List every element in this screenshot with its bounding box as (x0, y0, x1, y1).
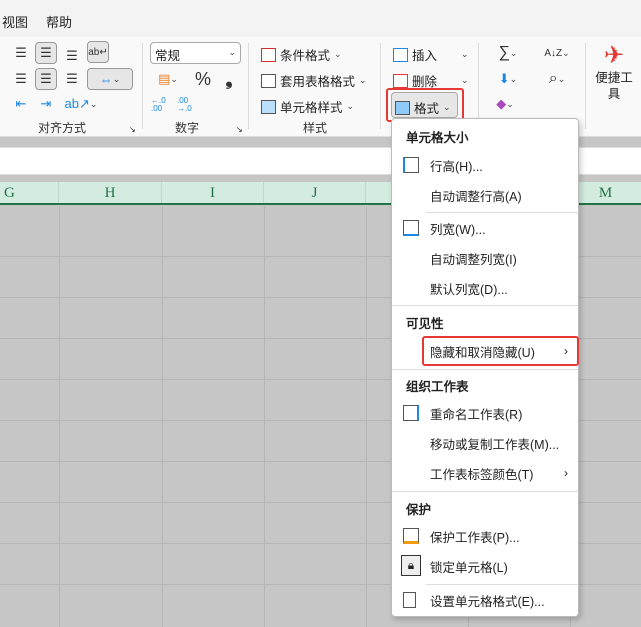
quick-tools-button[interactable]: ✈ 便捷工具 (594, 41, 634, 102)
section-protection: 保护 (406, 503, 432, 517)
increase-decimal-icon[interactable]: ←.0 .00 (151, 94, 173, 116)
menu-item-column-width[interactable]: 列宽(W)... (392, 214, 578, 242)
format-as-table-button[interactable]: 套用表格格式 ⌄ (261, 71, 367, 90)
decrease-indent-icon[interactable]: ⇤ (10, 93, 32, 115)
column-header-h[interactable]: H (59, 182, 162, 203)
tab-help[interactable]: 帮助 (46, 12, 72, 31)
format-button-highlight (386, 88, 464, 122)
menu-item-protect-sheet[interactable]: 保护工作表(P)... (392, 522, 578, 550)
align-left-icon[interactable]: ☰ (10, 68, 32, 90)
delete-cells-icon (393, 73, 408, 88)
column-header-m[interactable]: M (570, 182, 641, 203)
dialog-launcher-icon[interactable]: ↘ (236, 125, 243, 134)
align-right-icon[interactable]: ☰ (61, 68, 83, 90)
menu-item-move-copy[interactable]: 移动或复制工作表(M)... (392, 429, 578, 457)
origami-bird-icon: ✈ (603, 42, 625, 69)
format-cells-dialog-icon (403, 592, 416, 608)
tab-view[interactable]: 视图 (2, 12, 28, 31)
format-dropdown-menu: 单元格大小 行高(H)... 自动调整行高(A) 列宽(W)... 自动调整列宽… (391, 118, 579, 617)
hide-unhide-highlight (422, 336, 579, 366)
number-format-value: 常规 (155, 49, 181, 63)
number-format-select[interactable]: 常规 ⌄ (150, 42, 241, 64)
clear-eraser-button[interactable]: ◆ ⌄ (490, 93, 520, 115)
decrease-decimal-icon[interactable]: .00 →.0 (177, 94, 199, 116)
align-center-icon[interactable]: ☰ (35, 68, 57, 90)
menu-item-autofit-column[interactable]: 自动调整列宽(I) (392, 244, 578, 272)
column-header-j[interactable]: J (264, 182, 366, 203)
section-organize-sheets: 组织工作表 (406, 380, 469, 394)
dialog-launcher-icon[interactable]: ↘ (129, 125, 136, 134)
conditional-format-button[interactable]: 条件格式 ⌄ (261, 45, 342, 64)
align-top-icon[interactable]: ☰ (10, 42, 32, 64)
increase-indent-icon[interactable]: ⇥ (35, 93, 57, 115)
comma-style-icon[interactable]: ❟ (218, 68, 240, 90)
currency-icon[interactable]: ▤ ⌄ (153, 68, 183, 90)
protect-sheet-icon (403, 528, 419, 544)
merge-center-icon[interactable]: ⇔ ⌄ (87, 68, 133, 90)
column-header-g[interactable]: G (0, 182, 59, 203)
menu-item-autofit-row[interactable]: 自动调整行高(A) (392, 181, 578, 209)
orientation-icon[interactable]: ab↗ ⌄ (65, 93, 98, 115)
menu-item-rename-sheet[interactable]: 重命名工作表(R) (392, 399, 578, 427)
menu-item-row-height[interactable]: 行高(H)... (392, 151, 578, 179)
section-visibility: 可见性 (406, 317, 444, 331)
menu-bar: 视图 帮助 (0, 0, 641, 37)
insert-cells-icon (393, 47, 408, 62)
insert-button[interactable]: 插入 ⌄ (393, 45, 469, 64)
rename-sheet-icon (403, 405, 419, 421)
autosum-button[interactable]: ∑ ⌄ (490, 42, 526, 64)
row-height-icon (403, 157, 419, 173)
find-select-button[interactable]: ⌕ ⌄ (540, 68, 574, 90)
align-middle-icon[interactable]: ☰ (35, 42, 57, 64)
cell-style-icon (261, 99, 276, 114)
align-bottom-icon[interactable]: ☰ (61, 45, 83, 67)
menu-item-format-cells[interactable]: 设置单元格格式(E)... (392, 586, 578, 614)
section-cell-size: 单元格大小 (406, 131, 469, 145)
percent-icon[interactable]: % (192, 68, 214, 90)
menu-item-lock-cell[interactable]: 🔒︎ 锁定单元格(L) (392, 552, 578, 580)
lock-icon: 🔒︎ (401, 555, 421, 576)
wrap-text-icon[interactable]: ab↵ (87, 41, 109, 63)
table-style-icon (261, 73, 276, 88)
group-label-alignment: 对齐方式 (38, 121, 87, 135)
column-width-icon (403, 220, 419, 236)
fill-button[interactable]: ⬇ ⌄ (490, 68, 526, 90)
menu-item-default-width[interactable]: 默认列宽(D)... (392, 274, 578, 302)
cell-styles-button[interactable]: 单元格样式 ⌄ (261, 97, 354, 116)
menu-item-tab-color[interactable]: 工作表标签颜色(T) › (392, 459, 578, 487)
column-header-i[interactable]: I (162, 182, 264, 203)
submenu-arrow-icon: › (564, 466, 568, 480)
sort-filter-button[interactable]: A↓Z ⌄ (540, 42, 574, 64)
group-label-number: 数字 (175, 121, 200, 135)
conditional-format-icon (261, 47, 276, 62)
group-label-styles: 样式 (303, 121, 328, 135)
